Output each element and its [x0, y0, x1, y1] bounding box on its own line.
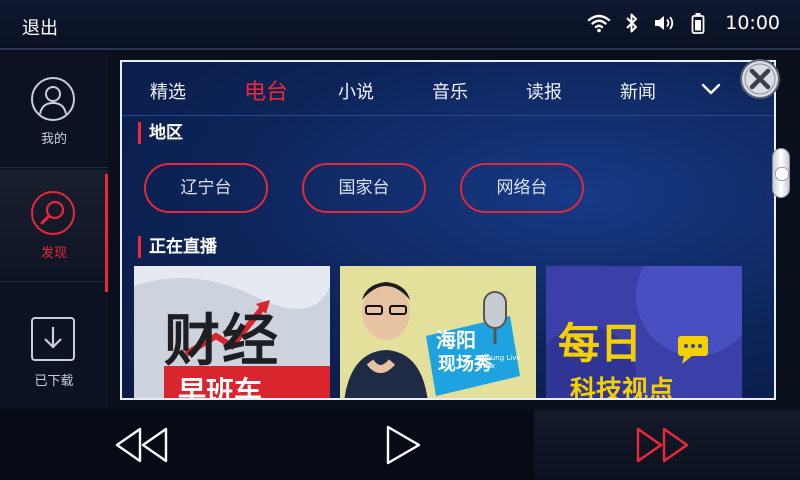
chevron-down-icon[interactable]: [700, 78, 722, 100]
volume-icon: [653, 13, 677, 33]
sidebar-item-mine[interactable]: 我的: [0, 56, 108, 168]
status-bar: 退出 10:00: [0, 0, 800, 50]
play-icon: [386, 425, 421, 465]
exit-button[interactable]: 退出: [22, 14, 58, 40]
sidebar-item-label: 发现: [40, 246, 67, 261]
region-pill-network[interactable]: 网络台: [460, 163, 584, 213]
region-pill-liaoning[interactable]: 辽宁台: [144, 163, 268, 213]
rewind-button[interactable]: [0, 410, 266, 480]
sidebar-item-downloaded[interactable]: 已下载: [0, 292, 108, 404]
rewind-icon: [115, 427, 168, 463]
sidebar-item-label: 已下载: [34, 374, 74, 389]
tab-newspaper[interactable]: 读报: [526, 78, 562, 104]
live-cover-haiyang[interactable]: 海阳 现场秀 HiYoung Live Show: [340, 266, 536, 398]
user-icon: [30, 76, 76, 122]
battery-icon: [691, 12, 705, 34]
cover-title: 每日: [558, 319, 643, 368]
cover-title: 海阳: [436, 328, 476, 352]
fast-forward-icon: [636, 427, 689, 463]
clock: 10:00: [725, 12, 780, 34]
sidebar-item-discover[interactable]: 发现: [0, 170, 108, 292]
bluetooth-icon: [625, 12, 639, 34]
scrollbar-thumb[interactable]: [772, 148, 790, 198]
sidebar: 我的 发现 已下载: [0, 52, 108, 408]
active-indicator: [105, 174, 108, 292]
cover-badge: HiYoung Live Show: [476, 354, 521, 370]
region-title: 地区: [138, 122, 183, 144]
content-panel: 精选 电台 小说 音乐 读报 新闻 地区 辽宁台 国家台 网络台 正在直播 财经…: [120, 60, 776, 400]
download-icon: [30, 316, 76, 362]
cover-subtitle: 科技视点: [570, 376, 675, 400]
live-cover-finance[interactable]: 财经 早班车: [134, 266, 330, 400]
category-tabs: 精选 电台 小说 音乐 读报 新闻: [122, 62, 774, 116]
live-title: 正在直播: [138, 236, 217, 258]
close-icon[interactable]: [739, 58, 781, 100]
cover-subtitle: 早班车: [178, 375, 263, 400]
discover-icon: [30, 190, 76, 236]
tab-featured[interactable]: 精选: [150, 78, 186, 104]
region-pill-national[interactable]: 国家台: [302, 163, 426, 213]
tab-radio[interactable]: 电台: [244, 74, 288, 106]
live-cover-tech[interactable]: 每日 科技视点: [546, 266, 742, 400]
tab-music[interactable]: 音乐: [432, 78, 468, 104]
wifi-icon: [587, 13, 611, 33]
fast-forward-button[interactable]: [534, 410, 800, 480]
play-button[interactable]: [266, 410, 534, 480]
tab-novel[interactable]: 小说: [338, 78, 374, 104]
cover-title: 财经: [164, 309, 280, 374]
sidebar-item-label: 我的: [40, 132, 67, 147]
status-icons: 10:00: [587, 12, 780, 34]
playback-controls: [0, 410, 800, 480]
tab-news[interactable]: 新闻: [620, 78, 656, 104]
